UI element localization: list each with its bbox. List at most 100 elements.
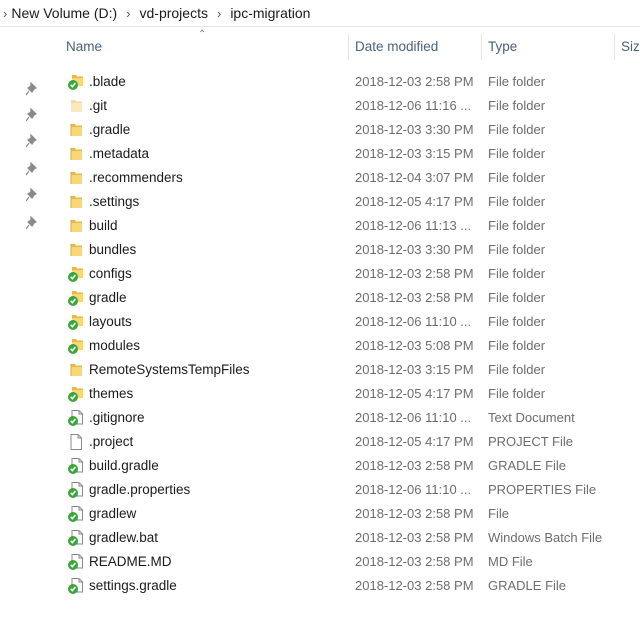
file-name[interactable]: modules (89, 334, 140, 358)
file-row[interactable]: .git 2018-12-06 11:16 ... File folder (0, 94, 640, 118)
file-sync-icon (67, 481, 85, 499)
file-row[interactable]: gradle 2018-12-03 2:58 PM File folder (0, 286, 640, 310)
file-type: File folder (488, 98, 546, 113)
file-date-modified: 2018-12-06 11:10 ... (355, 314, 472, 329)
file-type: GRADLE File (488, 458, 567, 473)
file-type: PROPERTIES File (488, 482, 597, 497)
file-type: File folder (488, 290, 546, 305)
file-row[interactable]: settings.gradle 2018-12-03 2:58 PM GRADLE … (0, 574, 640, 598)
file-date-modified: 2018-12-06 11:13 ... (355, 218, 472, 233)
file-row[interactable]: .recommenders 2018-12-04 3:07 PM File fold… (0, 166, 640, 190)
file-type: File (488, 506, 509, 521)
file-name[interactable]: gradlew.bat (89, 526, 158, 550)
file-name[interactable]: configs (89, 262, 132, 286)
file-row[interactable]: .metadata 2018-12-03 3:15 PM File folder (0, 142, 640, 166)
file-date-modified: 2018-12-04 3:07 PM (355, 170, 474, 185)
file-date-modified: 2018-12-05 4:17 PM (355, 386, 474, 401)
folder-hidden-icon (67, 97, 85, 115)
file-date-modified: 2018-12-03 2:58 PM (355, 506, 474, 521)
folder-icon (67, 361, 85, 379)
file-name[interactable]: .recommenders (89, 166, 183, 190)
folder-icon (67, 145, 85, 163)
file-name[interactable]: .settings (89, 190, 139, 214)
file-row[interactable]: README.MD 2018-12-03 2:58 PM MD File (0, 550, 640, 574)
file-row[interactable]: .gitignore 2018-12-06 11:10 ... Text Docum… (0, 406, 640, 430)
file-date-modified: 2018-12-06 11:10 ... (355, 482, 472, 497)
breadcrumb-item-drive[interactable]: New Volume (D:) (11, 5, 117, 21)
file-name[interactable]: .git (89, 94, 107, 118)
file-name[interactable]: RemoteSystemsTempFiles (89, 358, 250, 382)
column-divider[interactable] (614, 34, 615, 60)
file-date-modified: 2018-12-03 2:58 PM (355, 578, 474, 593)
breadcrumb-item-current[interactable]: ipc-migration (230, 5, 310, 21)
file-date-modified: 2018-12-03 3:15 PM (355, 146, 474, 161)
file-row[interactable]: .project 2018-12-05 4:17 PM PROJECT File (0, 430, 640, 454)
file-row[interactable]: modules 2018-12-03 5:08 PM File folder (0, 334, 640, 358)
file-row[interactable]: .settings 2018-12-05 4:17 PM File folder (0, 190, 640, 214)
file-row[interactable]: build.gradle 2018-12-03 2:58 PM GRADLE Fil… (0, 454, 640, 478)
chevron-right-icon[interactable]: › (3, 6, 7, 21)
file-row[interactable]: build 2018-12-06 11:13 ... File folder (0, 214, 640, 238)
file-sync-icon (67, 529, 85, 547)
file-type: GRADLE File (488, 578, 567, 593)
file-row[interactable]: gradle.properties 2018-12-06 11:10 ... PRO… (0, 478, 640, 502)
file-name[interactable]: layouts (89, 310, 132, 334)
file-date-modified: 2018-12-05 4:17 PM (355, 434, 474, 449)
folder-icon (67, 121, 85, 139)
file-name[interactable]: .project (89, 430, 133, 454)
folder-sync-icon (67, 313, 85, 331)
column-header-date[interactable]: Date modified (355, 32, 438, 62)
file-date-modified: 2018-12-06 11:10 ... (355, 410, 472, 425)
file-row[interactable]: themes 2018-12-05 4:17 PM File folder (0, 382, 640, 406)
file-name[interactable]: build.gradle (89, 454, 159, 478)
file-name[interactable]: .blade (89, 70, 126, 94)
file-name[interactable]: gradle.properties (89, 478, 190, 502)
file-row[interactable]: gradlew 2018-12-03 2:58 PM File (0, 502, 640, 526)
folder-sync-icon (67, 385, 85, 403)
column-header-name[interactable]: Name (66, 32, 102, 62)
file-row[interactable]: bundles 2018-12-03 3:30 PM File folder (0, 238, 640, 262)
file-date-modified: 2018-12-03 2:58 PM (355, 74, 474, 89)
file-row[interactable]: configs 2018-12-03 2:58 PM File folder (0, 262, 640, 286)
sort-ascending-icon: ⌃ (198, 29, 207, 40)
folder-sync-icon (67, 337, 85, 355)
file-name[interactable]: gradle (89, 286, 127, 310)
file-type: File folder (488, 146, 546, 161)
column-divider[interactable] (481, 34, 482, 60)
file-name[interactable]: .gradle (89, 118, 130, 142)
file-name[interactable]: build (89, 214, 118, 238)
file-type: MD File (488, 554, 533, 569)
file-name[interactable]: bundles (89, 238, 136, 262)
file-date-modified: 2018-12-03 2:58 PM (355, 458, 474, 473)
column-divider[interactable] (348, 34, 349, 60)
file-name[interactable]: .metadata (89, 142, 149, 166)
folder-icon (67, 169, 85, 187)
chevron-right-icon[interactable]: › (217, 6, 221, 21)
file-date-modified: 2018-12-03 3:15 PM (355, 362, 474, 377)
file-name[interactable]: README.MD (89, 550, 172, 574)
file-type: File folder (488, 242, 546, 257)
file-row[interactable]: layouts 2018-12-06 11:10 ... File folder (0, 310, 640, 334)
file-name[interactable]: settings.gradle (89, 574, 177, 598)
file-type: File folder (488, 314, 546, 329)
file-type: File folder (488, 386, 546, 401)
column-header-type[interactable]: Type (488, 32, 517, 62)
file-row[interactable]: gradlew.bat 2018-12-03 2:58 PM Windows Bat… (0, 526, 640, 550)
file-date-modified: 2018-12-03 3:30 PM (355, 122, 474, 137)
file-type: File folder (488, 362, 546, 377)
file-name[interactable]: .gitignore (89, 406, 145, 430)
breadcrumb-item-parent[interactable]: vd-projects (140, 5, 208, 21)
file-row[interactable]: RemoteSystemsTempFiles 2018-12-03 3:15 PM… (0, 358, 640, 382)
chevron-right-icon[interactable]: › (126, 6, 130, 21)
folder-sync-icon (67, 289, 85, 307)
file-row[interactable]: .blade 2018-12-03 2:58 PM File folder (0, 70, 640, 94)
file-sync-icon (67, 577, 85, 595)
file-name[interactable]: themes (89, 382, 133, 406)
file-name[interactable]: gradlew (89, 502, 136, 526)
file-row[interactable]: .gradle 2018-12-03 3:30 PM File folder (0, 118, 640, 142)
file-type: Text Document (488, 410, 575, 425)
file-date-modified: 2018-12-03 3:30 PM (355, 242, 474, 257)
column-header-size[interactable]: Size (621, 32, 640, 62)
file-type: File folder (488, 266, 546, 281)
file-date-modified: 2018-12-03 2:58 PM (355, 530, 474, 545)
